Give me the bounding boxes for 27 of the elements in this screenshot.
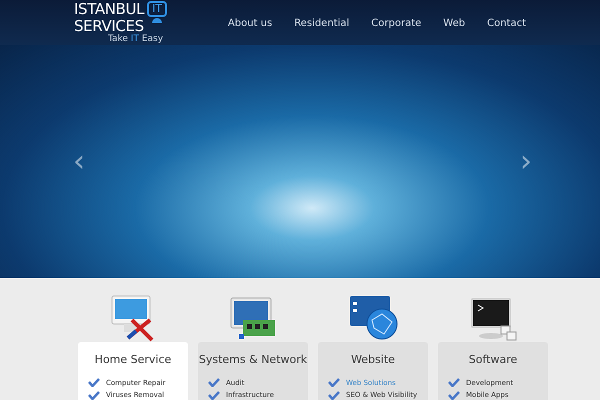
- browser-globe-icon: [348, 294, 398, 342]
- monitor-stand-icon: [151, 17, 164, 23]
- terminal-monitor-icon: [469, 296, 517, 342]
- service-title: Website: [351, 352, 395, 368]
- logo-text: ISTANBUL: [74, 1, 144, 18]
- service-title: Software: [468, 352, 518, 368]
- nav-link[interactable]: About us: [228, 16, 272, 31]
- checkmark-icon: [328, 378, 340, 388]
- checkmark-icon: [88, 390, 100, 400]
- logo[interactable]: ISTANBUL SERVICES IT Take IT Easy: [74, 1, 168, 44]
- checkmark-icon: [328, 390, 340, 400]
- nav-link[interactable]: Residential: [294, 16, 350, 31]
- nav-link[interactable]: Web: [443, 16, 466, 31]
- checkmark-icon: [448, 378, 460, 388]
- checkmark-icon: [208, 390, 220, 400]
- computer-tools-icon: [110, 294, 156, 342]
- service-title: Systems & Network: [198, 352, 308, 368]
- logo-badge: IT: [147, 1, 168, 17]
- nav-link[interactable]: Corporate: [371, 16, 422, 31]
- checkmark-icon: [448, 390, 460, 400]
- service-title: Home Service: [94, 352, 172, 368]
- nav-link[interactable]: Contact: [487, 16, 526, 31]
- logo-text: SERVICES: [74, 18, 144, 35]
- checkmark-icon: [208, 378, 220, 388]
- checkmark-icon: [88, 378, 100, 388]
- monitor-circuit-board-icon: [229, 296, 277, 342]
- logo-tagline: Take IT Easy: [108, 35, 164, 44]
